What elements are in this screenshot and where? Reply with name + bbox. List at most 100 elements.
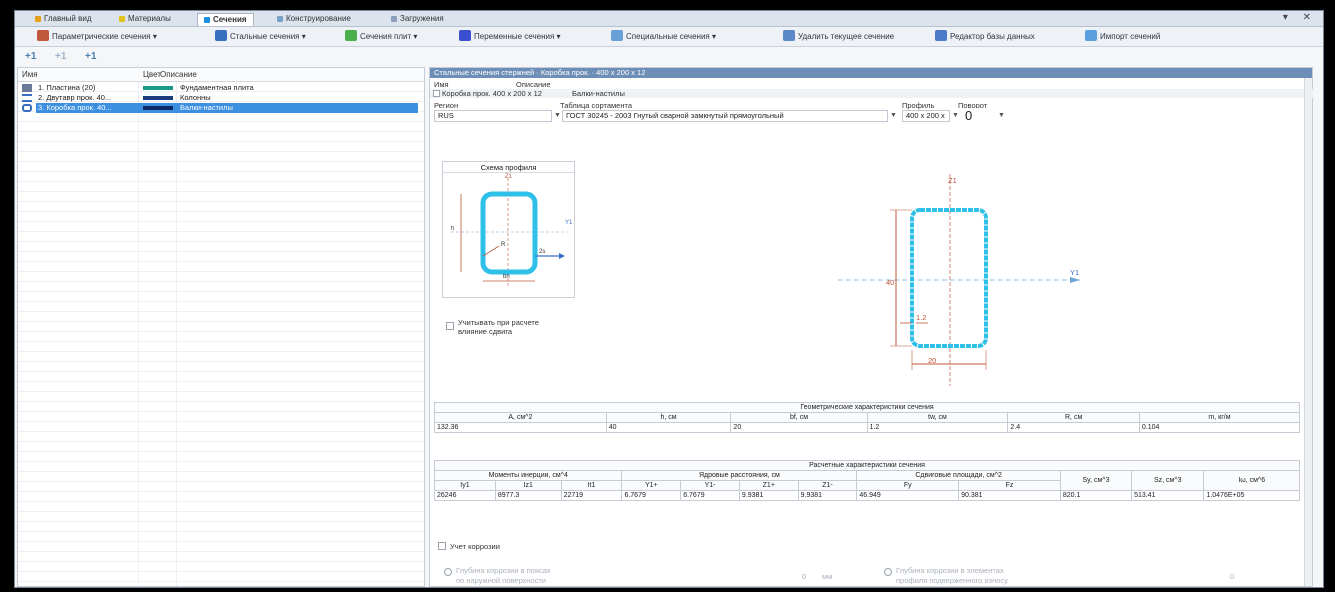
calc-value: 9.9381 xyxy=(738,490,799,501)
section-list-header: Имя Цвет Описание xyxy=(18,68,424,82)
corrosion-outer-label-1: Глубина коррозии в поясах xyxy=(456,566,551,575)
column-divider xyxy=(138,82,139,586)
plate-section-icon xyxy=(345,30,357,41)
corrosion-checkbox[interactable] xyxy=(438,542,446,550)
axis-z-label: Z1 xyxy=(948,176,957,185)
geom-header: h, см xyxy=(605,412,732,423)
chevron-down-icon[interactable]: ▼ xyxy=(554,112,561,119)
description-value[interactable]: Балки-настилы xyxy=(572,89,625,98)
tab-design[interactable]: Конструирование xyxy=(271,13,357,26)
header-description: Описание xyxy=(160,70,197,79)
corrosion-element-label-2: профиля подверженного износу xyxy=(896,576,1008,585)
calc-group-kern: Ядровые расстояния, см xyxy=(621,470,858,481)
plate-section-icon xyxy=(22,84,32,92)
region-select[interactable]: RUS xyxy=(434,110,552,122)
tab-main-view[interactable]: Главный вид xyxy=(29,13,98,26)
plate-sections-button[interactable]: Сечения плит ▾ xyxy=(345,30,417,44)
calc-value: 6.7679 xyxy=(680,490,740,501)
list-toolbar: +1 +1 +1 xyxy=(15,47,425,67)
geom-header: A, см^2 xyxy=(434,412,607,423)
corrosion-element-value[interactable]: 0 xyxy=(1230,572,1234,581)
list-grid xyxy=(18,82,424,586)
loads-icon xyxy=(391,16,397,22)
calc-header: Sz, см^3 xyxy=(1131,470,1205,491)
calc-header: Y1+ xyxy=(621,480,682,491)
geom-value: 40 xyxy=(605,422,732,433)
profile-scheme: Схема профиля Z1 Y1 h R 2s bn xyxy=(442,161,575,298)
add-section-button[interactable]: +1 xyxy=(25,51,36,62)
panel-title: Стальные сечения стержней · Коробка прок… xyxy=(430,68,1312,78)
import-sections-button[interactable]: Импорт сечений xyxy=(1085,30,1160,44)
profile-select[interactable]: 400 x 200 x xyxy=(902,110,950,122)
corrosion-label: Учет коррозии xyxy=(450,542,500,551)
copy-section-button[interactable]: +1 xyxy=(55,51,66,62)
scheme-title: Схема профиля xyxy=(443,162,574,173)
calc-header: Z1- xyxy=(797,480,858,491)
shear-influence-label-2: влияние сдвига xyxy=(458,327,513,336)
assortment-table-select[interactable]: ГОСТ 30245 - 2003 Гнутый сварной замкнут… xyxy=(562,110,888,122)
database-editor-button[interactable]: Редактор базы данных xyxy=(935,30,1035,44)
shear-influence-checkbox[interactable] xyxy=(446,322,454,330)
parametric-sections-button[interactable]: Параметрические сечения ▾ xyxy=(37,30,157,44)
special-sections-button[interactable]: Специальные сечения ▾ xyxy=(611,30,716,44)
calc-header: Z1+ xyxy=(738,480,799,491)
design-icon xyxy=(277,16,283,22)
scheme-height-label: h xyxy=(451,226,455,232)
width-dimension: 20 xyxy=(928,356,937,365)
tab-loads[interactable]: Загружения xyxy=(385,13,450,26)
shear-influence-label-1: Учитывать при расчете xyxy=(458,318,539,327)
corrosion-outer-value[interactable]: 0 xyxy=(802,572,806,581)
assortment-table-label: Таблица сортамента xyxy=(560,101,633,110)
main-toolbar: Параметрические сечения ▾ Стальные сечен… xyxy=(15,27,1323,47)
calc-group-shear: Сдвиговые площади, см^2 xyxy=(856,470,1061,481)
chevron-down-icon[interactable]: ▼ xyxy=(890,112,897,119)
scheme-axis-z: Z1 xyxy=(505,174,513,180)
profile-label: Профиль xyxy=(902,101,935,110)
name-value[interactable]: Коробка прок. 400 x 200 x 12 xyxy=(442,89,542,98)
rotation-value[interactable]: 0 xyxy=(962,108,988,123)
thickness-dimension: 1.2 xyxy=(916,313,927,322)
corrosion-element-label-1: Глубина коррозии в элементах xyxy=(896,566,1004,575)
height-dimension: 40 xyxy=(886,278,895,287)
tab-materials[interactable]: Материалы xyxy=(113,13,177,26)
geom-header: tw, см xyxy=(866,412,1009,423)
calc-value: 9.9381 xyxy=(797,490,858,501)
calc-title: Расчетные характеристики сечения xyxy=(434,460,1300,471)
section-properties-panel: Стальные сечения стержней · Коробка прок… xyxy=(429,67,1314,587)
parametric-section-icon xyxy=(37,30,49,41)
materials-icon xyxy=(119,16,125,22)
header-name: Имя xyxy=(22,70,38,79)
delete-section-button[interactable]: Удалить текущее сечение xyxy=(783,30,894,44)
name-checkbox[interactable] xyxy=(433,90,440,97)
list-item[interactable]: 1. Пластина (20) Фундаментная плита xyxy=(18,83,424,93)
axis-y-label: Y1 xyxy=(1070,268,1080,277)
chevron-down-icon[interactable]: ▼ xyxy=(952,112,959,119)
calc-header: Y1- xyxy=(680,480,740,491)
section-list: Имя Цвет Описание 1. Пластина (20) Фунда… xyxy=(17,67,425,587)
list-item[interactable]: 2. Двутавр прок. 40... Колонны xyxy=(18,93,424,103)
corrosion-element-radio[interactable] xyxy=(884,568,892,576)
i-beam-icon xyxy=(22,94,32,102)
tab-sections[interactable]: Сечения xyxy=(197,13,254,26)
variable-sections-button[interactable]: Переменные сечения ▾ xyxy=(459,30,561,44)
calc-value: 1.0476E+05 xyxy=(1203,490,1300,501)
move-section-button[interactable]: +1 xyxy=(85,51,96,62)
section-preview xyxy=(838,174,1080,386)
chevron-down-icon[interactable]: ▼ xyxy=(998,112,1005,119)
geom-value: 2.4 xyxy=(1007,422,1140,433)
sections-icon xyxy=(204,17,210,23)
calc-header: Iω, см^6 xyxy=(1203,470,1300,491)
vertical-scrollbar[interactable] xyxy=(1304,78,1312,586)
corrosion-outer-radio[interactable] xyxy=(444,568,452,576)
geom-header: bf, см xyxy=(730,412,868,423)
main-view-icon xyxy=(35,16,41,22)
window-controls[interactable]: ▾ ✕ xyxy=(1283,12,1317,23)
list-item[interactable]: 3. Коробка прок. 40... Балки-настилы xyxy=(18,103,424,113)
calc-header: It1 xyxy=(560,480,623,491)
color-swatch xyxy=(143,106,173,110)
special-section-icon xyxy=(611,30,623,41)
calc-value: 22719 xyxy=(560,490,623,501)
scheme-radius-label: R xyxy=(501,242,506,248)
delete-section-icon xyxy=(783,30,795,41)
steel-sections-button[interactable]: Стальные сечения ▾ xyxy=(215,30,306,44)
